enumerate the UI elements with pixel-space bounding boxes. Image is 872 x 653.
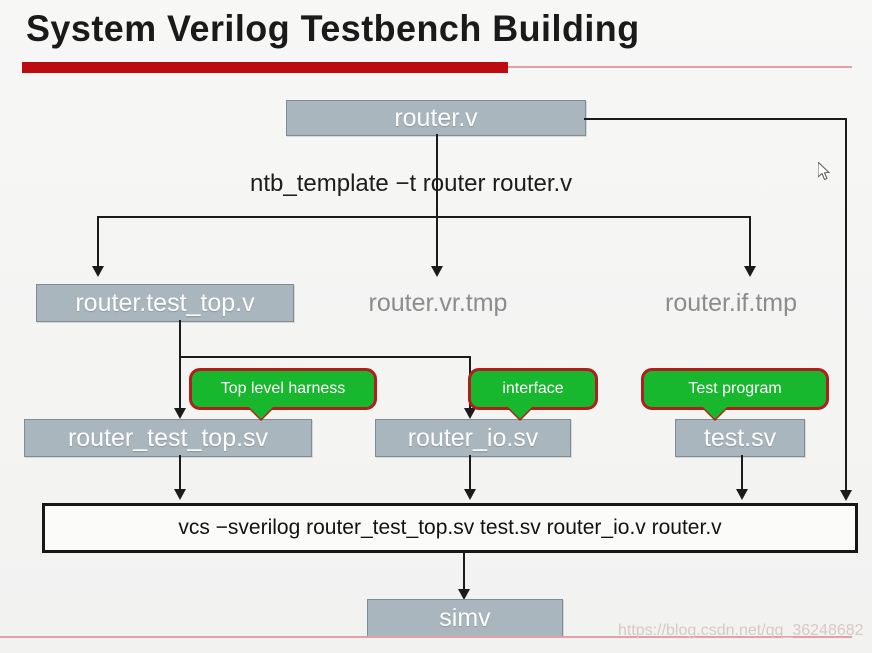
node-test-sv-label: test.sv	[703, 423, 777, 452]
connector-bypass-down	[845, 118, 847, 492]
node-router-test-top-v-label: router.test_top.v	[75, 288, 255, 317]
title-rule-accent	[22, 62, 508, 73]
callout-test-program[interactable]: Test program	[641, 368, 829, 419]
slide-canvas: System Verilog Testbench Building router…	[0, 0, 872, 653]
connector-fanout-left	[97, 216, 99, 268]
callout-tail-icon	[702, 406, 728, 419]
arrowhead-fanout-mid	[431, 266, 443, 277]
watermark-text: https://blog.csdn.net/qq_36248682	[618, 622, 864, 639]
node-router-v-label: router.v	[394, 103, 478, 132]
node-router-vr-tmp: router.vr.tmp	[368, 289, 508, 317]
arrowhead-fanout-right	[744, 266, 756, 277]
page-title: System Verilog Testbench Building	[26, 8, 640, 49]
node-router-test-top-v[interactable]: router.test_top.v	[36, 284, 294, 322]
node-router-io-sv-label: router_io.sv	[407, 423, 539, 452]
callout-test-program-label: Test program	[688, 380, 782, 397]
mouse-cursor-icon	[818, 162, 831, 181]
arrowhead-testsv-to-vcs	[736, 489, 748, 500]
callout-interface[interactable]: interface	[468, 368, 598, 419]
connector-fanout-bus	[97, 216, 751, 218]
arrowhead-bypass	[840, 490, 852, 501]
node-router-test-top-sv-label: router_test_top.sv	[67, 423, 269, 452]
node-router-io-sv[interactable]: router_io.sv	[375, 419, 571, 457]
callout-tail-icon	[507, 406, 533, 419]
node-router-if-tmp: router.if.tmp	[665, 289, 797, 317]
connector-testtop-branch	[179, 356, 471, 358]
connector-testtop-down	[179, 320, 181, 416]
callout-tail-icon	[248, 406, 274, 419]
arrowhead-testtopsv-to-vcs	[174, 489, 186, 500]
arrowhead-iosv-to-vcs	[464, 489, 476, 500]
connector-fanout-right	[749, 216, 751, 268]
node-router-v[interactable]: router.v	[286, 100, 586, 136]
callout-top-level-harness[interactable]: Top level harness	[189, 368, 377, 419]
label-ntb-template-command: ntb_template −t router router.v	[250, 170, 573, 197]
arrowhead-branch-to-io	[464, 408, 476, 419]
connector-fanout-mid	[436, 216, 438, 268]
node-vcs-command-label: vcs −sverilog router_test_top.sv test.sv…	[178, 516, 722, 539]
node-router-test-top-sv[interactable]: router_test_top.sv	[24, 419, 312, 457]
node-vcs-command[interactable]: vcs −sverilog router_test_top.sv test.sv…	[42, 503, 858, 553]
connector-bypass-top	[584, 118, 847, 120]
callout-interface-label: interface	[502, 380, 564, 397]
arrowhead-fanout-left	[92, 266, 104, 277]
callout-top-level-harness-label: Top level harness	[220, 380, 346, 397]
node-simv-label: simv	[439, 603, 491, 632]
arrowhead-testtop-down	[174, 408, 186, 419]
node-test-sv[interactable]: test.sv	[675, 419, 805, 457]
node-simv[interactable]: simv	[367, 599, 563, 637]
